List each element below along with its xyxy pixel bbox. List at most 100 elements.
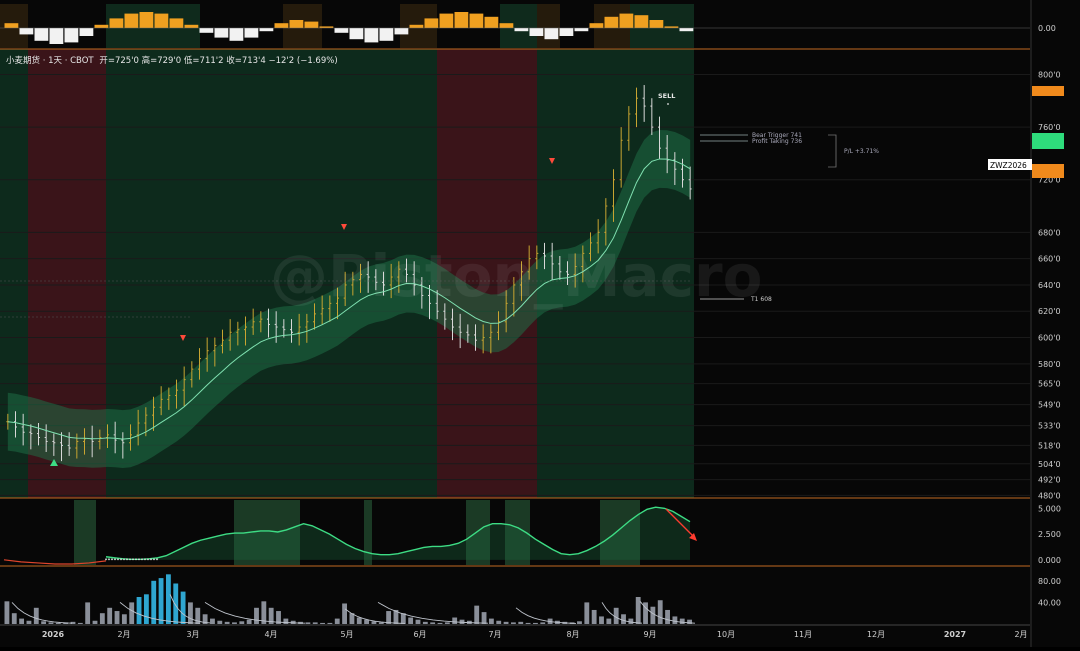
baseline-dot (108, 558, 110, 561)
baseline-dot (144, 558, 146, 561)
baseline-dot (105, 558, 107, 561)
histogram-bar (454, 12, 469, 28)
volume-bar (386, 611, 392, 624)
volume-bar (121, 614, 127, 624)
time-tick-label: 2月 (1014, 630, 1027, 639)
volume-bar (188, 602, 193, 624)
time-tick-label: 8月 (566, 630, 579, 639)
osc-tick-label: 2.500 (1038, 530, 1061, 539)
volume-bar (158, 578, 164, 624)
volume-bar (41, 621, 47, 624)
volume-bar (503, 621, 509, 624)
volume-bar (430, 622, 436, 624)
price-tick-label: 620'0 (1038, 307, 1061, 316)
volume-tick-label: 80.00 (1038, 577, 1061, 586)
volume-bar (650, 606, 656, 624)
volume-bar (606, 618, 612, 624)
profit-taking-label: Profit Taking 736 (752, 138, 802, 145)
histogram-bar (679, 28, 694, 32)
volume-bar (474, 605, 480, 624)
price-tick-label: 533'0 (1038, 422, 1061, 431)
price-tick-label: 640'0 (1038, 281, 1061, 290)
volume-bar (92, 620, 98, 624)
volume-bar (11, 613, 17, 624)
histogram-bar (409, 24, 424, 28)
time-tick-label: 11月 (794, 630, 812, 639)
chart-stage[interactable]: SELL Bear Trigger 741 Profit Taking 736 P/… (0, 0, 1080, 647)
volume-bar (408, 617, 414, 624)
histogram-bar (604, 16, 619, 28)
time-tick-label: 12月 (867, 630, 885, 639)
volume-bar (364, 619, 370, 624)
volume-bar (151, 580, 157, 624)
pl-label: P/L +3.71% (844, 148, 879, 155)
time-tick-label: 2月 (117, 630, 130, 639)
histogram-bar (139, 12, 154, 28)
price-tick-label: 660'0 (1038, 255, 1061, 264)
baseline-dot (120, 558, 122, 561)
histogram-bar (124, 13, 139, 28)
histogram-bar (499, 23, 514, 28)
volume-bar (19, 618, 25, 624)
histogram-bar (544, 28, 559, 40)
volume-bar (657, 600, 663, 624)
volume-bar (518, 621, 524, 624)
histogram-bar (19, 28, 34, 35)
volume-bar (165, 574, 171, 624)
volume-bar (26, 620, 32, 624)
contract-badge-label: ZWZ2026 (990, 161, 1027, 170)
volume-bar (217, 620, 223, 624)
baseline-dot (117, 558, 119, 561)
time-tick-label: 3月 (186, 630, 199, 639)
sell-dot (667, 103, 669, 105)
volume-bar (371, 621, 377, 624)
histogram-bar (154, 13, 169, 28)
histogram-bar (64, 28, 79, 43)
histogram-bar (244, 28, 259, 38)
trading-chart[interactable]: SELL Bear Trigger 741Profit Taking 736P/… (0, 0, 1080, 647)
volume-bar (400, 613, 406, 624)
volume-bar (496, 620, 502, 624)
price-tag-orange (1032, 86, 1064, 96)
baseline-dot (123, 558, 125, 561)
volume-bar (356, 617, 362, 624)
baseline-dot (126, 558, 128, 561)
histogram-bar (334, 28, 349, 33)
histogram-bar (34, 28, 49, 41)
histogram-bar (49, 28, 64, 44)
watermark: @Piston_Macro (270, 242, 762, 310)
price-tick-label: 600'0 (1038, 334, 1061, 343)
volume-bar (334, 618, 340, 624)
volume-bar (224, 621, 230, 624)
histogram-bar (274, 23, 289, 28)
histogram-bar (619, 13, 634, 28)
volume-bar (33, 607, 39, 624)
volume-bar (180, 591, 186, 624)
volume-bar (283, 618, 289, 624)
volume-bar (129, 602, 135, 624)
histogram-bar (289, 20, 304, 28)
volume-bar (107, 607, 113, 624)
time-tick-label: 4月 (264, 630, 277, 639)
volume-bar (4, 601, 10, 624)
volume-bar (239, 621, 245, 624)
volume-bar (488, 618, 494, 624)
histogram-bar (469, 13, 484, 28)
price-tick-label: 549'0 (1038, 401, 1061, 410)
baseline-dot (132, 558, 134, 561)
time-tick-label: 7月 (488, 630, 501, 639)
price-tick-label: 565'0 (1038, 380, 1061, 389)
baseline-dot (141, 558, 143, 561)
volume-bar (55, 622, 61, 624)
baseline-dot (129, 558, 131, 561)
volume-bar (665, 609, 670, 624)
histogram-bar (394, 28, 409, 35)
time-tick-label: 5月 (340, 630, 353, 639)
time-tick-label: 6月 (413, 630, 426, 639)
volume-bar (599, 616, 604, 624)
chart-title: 小麦期货 · 1天 · CBOT 开=725'0 高=729'0 低=711'2… (6, 54, 341, 66)
histogram-bar (214, 28, 229, 38)
volume-bar (422, 621, 428, 624)
time-tick-label: 2027 (944, 630, 966, 639)
histogram-bar (4, 23, 19, 28)
